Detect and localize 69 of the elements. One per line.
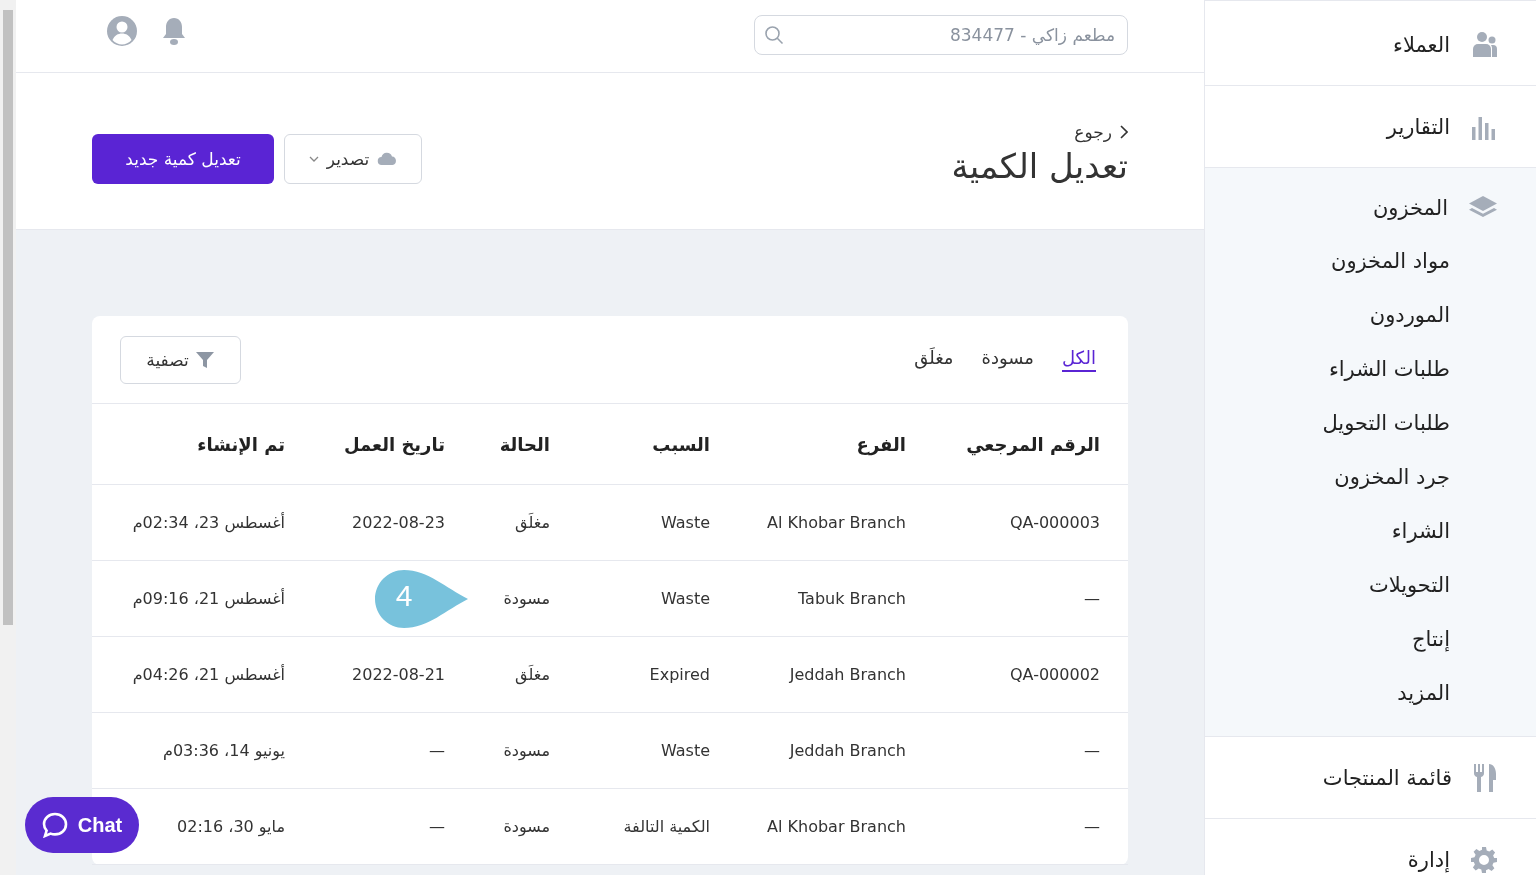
table-cell: أغسطس 21، 04:26م xyxy=(132,665,285,684)
sidebar-subitem[interactable]: المزيد xyxy=(1205,666,1536,720)
sidebar-subitem[interactable]: طلبات الشراء xyxy=(1205,342,1536,396)
table-cell: 2022-08-23 xyxy=(352,513,445,532)
sidebar-item[interactable]: العملاء xyxy=(1205,4,1536,85)
status-tab[interactable]: مسودة xyxy=(981,347,1034,372)
step-marker: 4 xyxy=(374,569,470,629)
search-field[interactable]: مطعم زاكي - 834477 xyxy=(754,15,1128,55)
caret-icon xyxy=(308,156,319,162)
fork-knife-icon xyxy=(1472,762,1498,793)
table-cell: الكمية التالفة xyxy=(623,817,710,836)
table-cell: — xyxy=(1084,741,1100,760)
table-cell: QA-000003 xyxy=(1009,513,1100,532)
scrollbar[interactable] xyxy=(0,0,16,875)
table-cell: — xyxy=(1084,817,1100,836)
table-cell: Waste xyxy=(660,741,710,760)
user-avatar-icon[interactable] xyxy=(106,15,138,47)
table-cell: مغلَق xyxy=(515,665,550,684)
sidebar-subitem[interactable]: الموردون xyxy=(1205,288,1536,342)
table-cell: مغلَق xyxy=(515,513,550,532)
back-link[interactable]: رجوع xyxy=(1074,122,1128,142)
table-cell: يونيو 14، 03:36م xyxy=(163,741,285,760)
status-tab[interactable]: مغلَق xyxy=(914,347,954,372)
table-cell: Waste xyxy=(660,589,710,608)
sidebar-subitem[interactable]: الشراء xyxy=(1205,504,1536,558)
table-cell: — xyxy=(429,817,445,836)
table-cell: أغسطس 23، 02:34م xyxy=(132,513,285,532)
users-icon xyxy=(1470,29,1498,60)
status-tab[interactable]: الكل xyxy=(1061,347,1096,372)
table-cell: مسودة xyxy=(503,589,550,608)
sidebar-item[interactable]: إدارة xyxy=(1205,819,1536,875)
table-cell: Tabuk Branch xyxy=(798,589,906,608)
bell-icon[interactable] xyxy=(160,16,188,46)
table-cell: مايو 30، 02:16 xyxy=(177,817,285,836)
table-cell: أغسطس 21، 09:16م xyxy=(132,589,285,608)
sidebar-item[interactable]: قائمة المنتجات xyxy=(1205,737,1536,818)
table-cell: Al Khobar Branch xyxy=(767,513,906,532)
column-header: تاريخ العمل xyxy=(307,404,467,485)
column-header: الرقم المرجعي xyxy=(928,404,1128,485)
table-cell: Jeddah Branch xyxy=(789,741,906,760)
page-title: تعديل الكمية xyxy=(951,146,1128,186)
table-cell: Waste xyxy=(660,513,710,532)
cloud-icon xyxy=(377,152,398,166)
table-cell: Al Khobar Branch xyxy=(767,817,906,836)
column-header: الفرع xyxy=(732,404,928,485)
funnel-icon xyxy=(194,350,215,369)
chevron-icon xyxy=(1118,125,1128,139)
sidebar-subitem[interactable]: التحويلات xyxy=(1205,558,1536,612)
column-header: الحالة xyxy=(467,404,572,485)
sidebar-item[interactable]: التقارير xyxy=(1205,86,1536,167)
filter-button[interactable]: تصفية xyxy=(120,335,241,384)
column-header: تم الإنشاء xyxy=(92,404,307,485)
new-adjustment-button[interactable]: تعديل كمية جديد xyxy=(92,134,274,184)
table-cell: QA-000002 xyxy=(1009,665,1100,684)
table-cell: 2022-08-21 xyxy=(352,665,445,684)
table-cell: Jeddah Branch xyxy=(789,665,906,684)
gear-icon xyxy=(1470,845,1498,874)
sidebar-subitem[interactable]: جرد المخزون xyxy=(1205,450,1536,504)
chat-bubble-icon xyxy=(41,812,68,838)
sidebar-subitem[interactable]: طلبات التحويل xyxy=(1205,396,1536,450)
sidebar-subitem[interactable]: إنتاج xyxy=(1205,612,1536,666)
table-cell: مسودة xyxy=(503,817,550,836)
column-header: السبب xyxy=(572,404,732,485)
table-cell: Expired xyxy=(649,665,710,684)
export-button[interactable]: تصدير xyxy=(284,134,422,184)
table-cell: مسودة xyxy=(503,741,550,760)
chat-button[interactable]: Chat xyxy=(25,797,139,853)
table-cell: — xyxy=(429,741,445,760)
table-cell: — xyxy=(1084,589,1100,608)
